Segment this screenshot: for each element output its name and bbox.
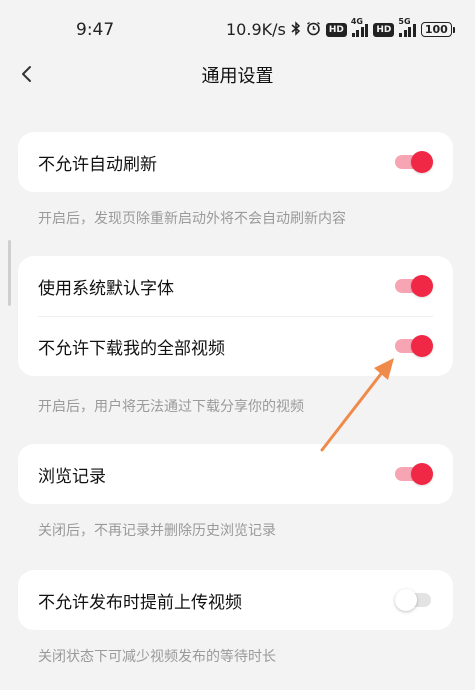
setting-description: 开启后，发现页除重新启动外将不会自动刷新内容 bbox=[38, 211, 346, 227]
system-font-toggle[interactable] bbox=[395, 275, 433, 297]
setting-label: 不允许自动刷新 bbox=[38, 154, 157, 175]
signal-5g-icon: 5G bbox=[398, 17, 416, 37]
setting-label: 浏览记录 bbox=[38, 466, 106, 487]
net-4g-label: 4G bbox=[350, 16, 363, 26]
status-time: 9:47 bbox=[76, 20, 115, 40]
network-speed: 10.9K/s bbox=[226, 20, 286, 39]
page-title: 通用设置 bbox=[201, 66, 274, 87]
setting-label: 不允许下载我的全部视频 bbox=[38, 338, 225, 359]
setting-label: 使用系统默认字体 bbox=[38, 278, 174, 299]
bluetooth-icon bbox=[291, 20, 301, 39]
net-5g-label: 5G bbox=[398, 16, 411, 26]
signal-4g-icon: 4G bbox=[351, 17, 369, 37]
status-bar: 9:47 10.9K/s HD 4G HD 5G 100 bbox=[0, 0, 475, 62]
setting-row-pre-upload[interactable]: 不允许发布时提前上传视频 bbox=[18, 570, 453, 630]
setting-label: 不允许发布时提前上传视频 bbox=[38, 592, 242, 613]
setting-row-auto-refresh[interactable]: 不允许自动刷新 bbox=[18, 132, 453, 192]
auto-refresh-toggle[interactable] bbox=[395, 151, 433, 173]
hd-icon-2: HD bbox=[373, 22, 395, 37]
battery-icon: 100 bbox=[420, 22, 455, 37]
hd-icon: HD bbox=[325, 22, 347, 37]
setting-description: 关闭状态下可减少视频发布的等待时长 bbox=[38, 649, 276, 665]
settings-card-pre-upload: 不允许发布时提前上传视频 bbox=[18, 570, 453, 630]
settings-card-refresh: 不允许自动刷新 bbox=[18, 132, 453, 192]
scrollbar[interactable] bbox=[8, 240, 11, 306]
annotation-arrow-icon bbox=[320, 358, 394, 452]
nav-bar: 通用设置 bbox=[0, 54, 475, 94]
browse-history-toggle[interactable] bbox=[395, 463, 433, 485]
pre-upload-toggle[interactable] bbox=[395, 589, 433, 611]
alarm-icon bbox=[306, 21, 321, 39]
setting-description: 开启后，用户将无法通过下载分享你的视频 bbox=[38, 399, 304, 415]
status-icons: 10.9K/s HD 4G HD 5G 100 bbox=[226, 17, 455, 39]
setting-description: 关闭后，不再记录并删除历史浏览记录 bbox=[38, 523, 276, 539]
setting-row-system-font[interactable]: 使用系统默认字体 bbox=[18, 256, 453, 316]
